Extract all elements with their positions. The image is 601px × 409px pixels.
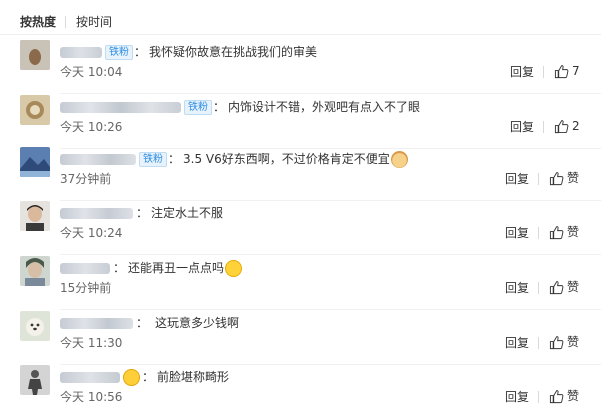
- comment-user-line: ： 这玩意多少钱啊: [60, 315, 239, 331]
- username-blurred[interactable]: [60, 46, 102, 58]
- comment-time: 15分钟前: [60, 281, 112, 295]
- username-blurred[interactable]: [60, 153, 136, 165]
- comment-item: ： 还能再丑一点点吗 15分钟前 回复 赞: [0, 256, 601, 310]
- fan-badge: 铁粉: [184, 99, 212, 115]
- laughing-emoji-icon: [225, 259, 243, 277]
- like-count: 赞: [567, 171, 580, 185]
- comment-item: 铁粉 ： 3.5 V6好东西啊，不过价格肯定不便宜 37分钟前 回复 赞: [0, 147, 601, 201]
- comment-user-line: 铁粉 ： 3.5 V6好东西啊，不过价格肯定不便宜: [60, 150, 408, 168]
- avatar[interactable]: [20, 201, 50, 231]
- comment-text: 3.5 V6好东西啊，不过价格肯定不便宜: [183, 152, 390, 166]
- like-button[interactable]: 赞: [549, 333, 579, 351]
- action-divider: [538, 337, 539, 349]
- comment-item: ： 注定水土不服 今天 10:24 回复 赞: [0, 201, 601, 255]
- comment-text: 我怀疑你故意在挑战我们的审美: [149, 45, 318, 59]
- comment-user-line: ： 前脸堪称畸形: [60, 368, 230, 386]
- comment-user-line: 铁粉 ： 我怀疑你故意在挑战我们的审美: [60, 44, 317, 60]
- comment-divider: [60, 93, 601, 94]
- avatar[interactable]: [20, 40, 50, 70]
- comment-time: 今天 10:24: [60, 226, 123, 240]
- comment-text: 注定水土不服: [151, 206, 224, 220]
- avatar[interactable]: [20, 147, 50, 177]
- sort-divider: [65, 16, 66, 28]
- comment-item: ： 这玩意多少钱啊 今天 11:30 回复 赞: [0, 311, 601, 365]
- username-blurred[interactable]: [60, 207, 133, 219]
- like-button[interactable]: 赞: [549, 223, 579, 241]
- comment-divider: [60, 254, 601, 255]
- sort-by-time-tab[interactable]: 按时间: [76, 13, 112, 31]
- reply-button[interactable]: 回复: [510, 64, 534, 80]
- comment-item: ： 前脸堪称畸形 今天 10:56 回复 赞: [0, 365, 601, 409]
- comment-time: 37分钟前: [60, 172, 112, 186]
- like-button[interactable]: 赞: [549, 387, 579, 405]
- like-count: 赞: [567, 280, 580, 294]
- action-divider: [543, 66, 544, 78]
- comment-time: 今天 10:04: [60, 65, 123, 79]
- username-blurred[interactable]: [60, 371, 120, 383]
- comment-divider: [60, 309, 601, 310]
- thumbs-up-icon: [549, 171, 564, 185]
- heart-eyes-emoji-icon: [123, 368, 140, 386]
- reply-button[interactable]: 回复: [510, 119, 534, 135]
- action-divider: [538, 227, 539, 239]
- comment-time: 今天 11:30: [60, 336, 123, 350]
- like-button[interactable]: 赞: [549, 278, 579, 296]
- thumbs-up-icon: [549, 280, 564, 294]
- fan-badge: 铁粉: [105, 44, 133, 60]
- comment-text: 还能再丑一点点吗: [128, 261, 225, 275]
- action-divider: [538, 282, 539, 294]
- reply-button[interactable]: 回复: [505, 225, 529, 241]
- comment-text: 内饰设计不错，外观吧有点入不了眼: [228, 100, 421, 114]
- username-blurred[interactable]: [60, 262, 110, 274]
- sort-bar: 按热度 按时间: [0, 0, 601, 35]
- comment-user-line: ： 还能再丑一点点吗: [60, 259, 243, 277]
- thumbs-up-icon: [549, 335, 564, 349]
- thumbs-up-icon: [549, 389, 564, 403]
- thumbs-up-icon: [554, 119, 569, 133]
- avatar[interactable]: [20, 365, 50, 395]
- action-divider: [543, 121, 544, 133]
- like-button[interactable]: 2: [554, 117, 580, 135]
- action-divider: [538, 391, 539, 403]
- reply-button[interactable]: 回复: [505, 335, 529, 351]
- sort-by-hot-tab[interactable]: 按热度: [20, 13, 56, 31]
- comment-time: 今天 10:56: [60, 390, 123, 404]
- fan-badge: 铁粉: [139, 151, 167, 167]
- avatar[interactable]: [20, 256, 50, 286]
- username-blurred[interactable]: [60, 317, 133, 329]
- thumbs-up-icon: [554, 64, 569, 78]
- comment-item: 铁粉 ： 我怀疑你故意在挑战我们的审美 今天 10:04 回复 7: [0, 40, 601, 94]
- action-divider: [538, 173, 539, 185]
- like-count: 赞: [567, 335, 580, 349]
- username-blurred[interactable]: [60, 101, 181, 113]
- avatar[interactable]: [20, 311, 50, 341]
- like-button[interactable]: 赞: [549, 169, 579, 187]
- comment-time: 今天 10:26: [60, 120, 123, 134]
- comment-user-line: 铁粉 ： 内饰设计不错，外观吧有点入不了眼: [60, 99, 420, 115]
- comment-text: 这玩意多少钱啊: [155, 316, 240, 330]
- like-count: 7: [572, 64, 580, 78]
- comment-item: 铁粉 ： 内饰设计不错，外观吧有点入不了眼 今天 10:26 回复 2: [0, 95, 601, 149]
- emoji-icon: [390, 150, 408, 168]
- comment-user-line: ： 注定水土不服: [60, 205, 223, 221]
- reply-button[interactable]: 回复: [505, 280, 529, 296]
- comment-text: 前脸堪称畸形: [157, 370, 230, 384]
- reply-button[interactable]: 回复: [505, 171, 529, 187]
- like-count: 2: [572, 119, 580, 133]
- like-count: 赞: [567, 389, 580, 403]
- like-button[interactable]: 7: [554, 62, 580, 80]
- avatar[interactable]: [20, 95, 50, 125]
- reply-button[interactable]: 回复: [505, 389, 529, 405]
- like-count: 赞: [567, 225, 580, 239]
- thumbs-up-icon: [549, 225, 564, 239]
